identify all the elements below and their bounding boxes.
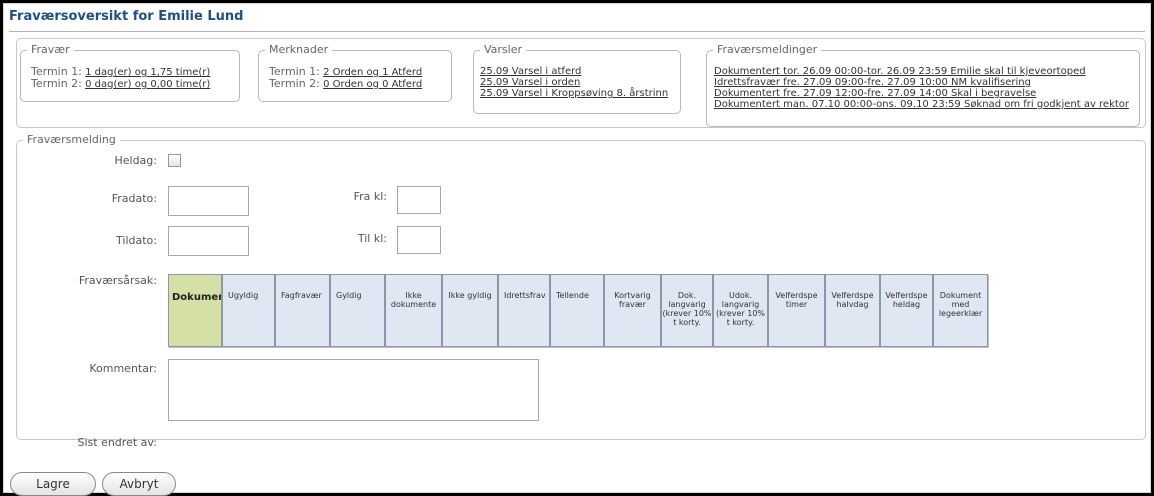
heldag-checkbox[interactable] bbox=[168, 154, 181, 167]
reason-dok-langvarig-button[interactable]: Dok. langvarig (krever 10% t korty. bbox=[661, 274, 713, 347]
tildato-label: Tildato: bbox=[116, 234, 157, 247]
fravaer-row-label: Termin 2: bbox=[31, 77, 82, 90]
kommentar-textarea[interactable] bbox=[168, 359, 539, 421]
reason-kortvarig-button[interactable]: Kortvarig fravær bbox=[604, 274, 661, 347]
sist-endret-label: Sist endret av: bbox=[77, 436, 157, 449]
merknader-legend: Merknader bbox=[265, 43, 333, 56]
reason-velferd-timer-button[interactable]: Velferdspe timer bbox=[768, 274, 825, 347]
til-kl-label: Til kl: bbox=[357, 232, 387, 245]
form-legend: Fraværsmelding bbox=[23, 133, 120, 146]
varsler-box: Varsler 25.09 Varsel i atferd 25.09 Vars… bbox=[473, 43, 681, 114]
merknader-termin1-link[interactable]: 2 Orden og 1 Atferd bbox=[323, 67, 422, 78]
merknader-row: Termin 2: 0 Orden og 0 Atferd bbox=[269, 78, 422, 90]
kommentar-label: Kommentar: bbox=[89, 362, 157, 375]
fravaer-row: Termin 2: 0 dag(er) og 0,00 time(r) bbox=[31, 78, 210, 90]
reason-gyldig-button[interactable]: Gyldig bbox=[330, 274, 385, 347]
reason-velferd-heldag-button[interactable]: Velferdspe heldag bbox=[880, 274, 933, 347]
fra-kl-label: Fra kl: bbox=[353, 190, 387, 203]
fravaersmelding-link[interactable]: Dokumentert man. 07.10 00:00-ons. 09.10 … bbox=[714, 99, 1129, 110]
reason-ikke-gyldig-button[interactable]: Ikke gyldig bbox=[442, 274, 498, 347]
fravaer-box: Fravær Termin 1: 1 dag(er) og 1,75 time(… bbox=[20, 43, 240, 102]
fra-kl-input[interactable] bbox=[397, 186, 441, 214]
varsel-link[interactable]: 25.09 Varsel i orden bbox=[480, 77, 668, 88]
til-kl-input[interactable] bbox=[397, 226, 441, 254]
fravaersmelding-link[interactable]: Dokumentert fre. 27.09 12:00-fre. 27.09 … bbox=[714, 88, 1129, 99]
fravaer-termin2-link[interactable]: 0 dag(er) og 0,00 time(r) bbox=[85, 79, 210, 90]
reason-tellende-button[interactable]: Tellende bbox=[550, 274, 604, 347]
fravaersaarsak-label: Fraværsårsak: bbox=[78, 274, 157, 287]
reason-idrettsfravaer-button[interactable]: Idrettsfrav bbox=[498, 274, 550, 347]
page-title: Fraværsoversikt for Emilie Lund bbox=[9, 9, 244, 24]
heldag-label: Heldag: bbox=[114, 154, 157, 167]
merknader-row-label: Termin 2: bbox=[269, 77, 320, 90]
reason-udok-langvarig-button[interactable]: Udok. langvarig (krever 10% t korty. bbox=[713, 274, 768, 347]
title-divider bbox=[9, 31, 1145, 32]
varsler-legend: Varsler bbox=[480, 43, 527, 56]
merknader-box: Merknader Termin 1: 2 Orden og 1 Atferd … bbox=[258, 43, 452, 102]
fravaer-legend: Fravær bbox=[27, 43, 74, 56]
reason-velferd-halvdag-button[interactable]: Velferdspe halvdag bbox=[825, 274, 880, 347]
merknader-termin2-link[interactable]: 0 Orden og 0 Atferd bbox=[323, 79, 422, 90]
tildato-input[interactable] bbox=[168, 226, 249, 256]
reason-legeerklaering-button[interactable]: Dokument med legeerklær bbox=[933, 274, 988, 347]
reason-ikke-dokumentert-button[interactable]: Ikke dokumente bbox=[385, 274, 442, 347]
app-window: Fraværsoversikt for Emilie Lund Fravær T… bbox=[3, 3, 1151, 496]
reason-ugyldig-button[interactable]: Ugyldig bbox=[222, 274, 275, 347]
varsel-link[interactable]: 25.09 Varsel i Kroppsøving 8. årstrinn bbox=[480, 88, 668, 99]
fradato-input[interactable] bbox=[168, 186, 249, 216]
fravaersmelding-link[interactable]: Dokumentert tor. 26.09 00:00-tor. 26.09 … bbox=[714, 66, 1129, 77]
reason-dokumentert-button[interactable]: Dokumer bbox=[168, 274, 222, 347]
fravaer-termin1-link[interactable]: 1 dag(er) og 1,75 time(r) bbox=[85, 67, 210, 78]
reason-fagfravaer-button[interactable]: Fagfravær bbox=[275, 274, 330, 347]
fravaersmelding-link[interactable]: Idrettsfravær fre. 27.09 09:00-fre. 27.0… bbox=[714, 77, 1129, 88]
lagre-button[interactable]: Lagre bbox=[10, 472, 96, 496]
varsel-link[interactable]: 25.09 Varsel i atferd bbox=[480, 66, 668, 77]
avbryt-button[interactable]: Avbryt bbox=[102, 472, 176, 496]
fradato-label: Fradato: bbox=[111, 192, 157, 205]
fravaersmeldinger-box: Fraværsmeldinger Dokumentert tor. 26.09 … bbox=[706, 43, 1140, 127]
fravaersmeldinger-legend: Fraværsmeldinger bbox=[713, 43, 822, 56]
